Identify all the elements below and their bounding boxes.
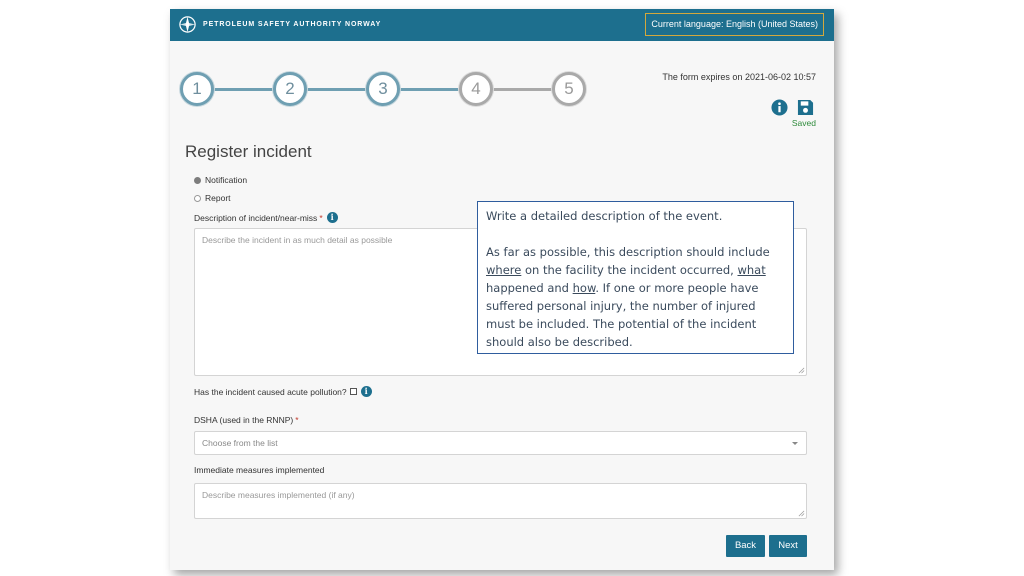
- pollution-label-text: Has the incident caused acute pollution?: [194, 386, 347, 397]
- screen: PETROLEUM SAFETY AUTHORITY NORWAY Curren…: [0, 0, 1024, 576]
- resize-grip-icon[interactable]: [798, 510, 805, 517]
- form-expiry: The form expires on 2021-06-02 10:57: [662, 72, 816, 82]
- page-title: Register incident: [185, 142, 312, 161]
- pollution-label: Has the incident caused acute pollution?…: [194, 386, 372, 397]
- description-label-text: Description of incident/near-miss: [194, 212, 318, 223]
- compass-logo-icon: [179, 16, 196, 33]
- dsha-label: DSHA (used in the RNNP) *: [194, 415, 299, 425]
- step-4[interactable]: 4: [459, 72, 493, 106]
- required-mark: *: [319, 212, 323, 223]
- chevron-down-icon: [792, 442, 798, 445]
- tooltip-what: what: [737, 263, 766, 277]
- pollution-checkbox[interactable]: [349, 388, 357, 395]
- language-button[interactable]: Current language: English (United States…: [645, 13, 824, 36]
- description-placeholder: Describe the incident in as much detail …: [202, 235, 393, 245]
- floppy-disk-icon[interactable]: [797, 99, 814, 116]
- dsha-placeholder: Choose from the list: [202, 438, 278, 448]
- dsha-select[interactable]: Choose from the list: [194, 431, 807, 455]
- radio-label: Report: [205, 193, 231, 203]
- next-button[interactable]: Next: [769, 535, 807, 557]
- resize-grip-icon[interactable]: [798, 367, 805, 374]
- radio-button-checked[interactable]: [194, 176, 201, 184]
- radio-label: Notification: [205, 175, 248, 185]
- back-button[interactable]: Back: [726, 535, 765, 557]
- info-icon[interactable]: i: [326, 212, 338, 223]
- required-mark: *: [295, 415, 299, 425]
- tooltip-line-1: Write a detailed description of the even…: [486, 209, 723, 223]
- brand-name: PETROLEUM SAFETY AUTHORITY NORWAY: [203, 21, 382, 28]
- radio-report[interactable]: Report: [194, 193, 231, 203]
- progress-stepper: 1 2 3 4 5: [180, 72, 590, 106]
- measures-label-text: Immediate measures implemented: [194, 465, 325, 475]
- measures-placeholder: Describe measures implemented (if any): [202, 490, 355, 500]
- tooltip-paragraph: As far as possible, this description sho…: [486, 245, 770, 349]
- dsha-label-text: DSHA (used in the RNNP): [194, 415, 294, 425]
- saved-status: Saved: [791, 118, 816, 128]
- step-3[interactable]: 3: [366, 72, 400, 106]
- tooltip-how: how: [572, 281, 596, 295]
- radio-button[interactable]: [194, 194, 201, 202]
- step-2[interactable]: 2: [273, 72, 307, 106]
- top-bar: PETROLEUM SAFETY AUTHORITY NORWAY Curren…: [170, 9, 834, 41]
- measures-label: Immediate measures implemented: [194, 465, 324, 475]
- tooltip-where: where: [486, 263, 522, 277]
- description-label: Description of incident/near-miss * i: [194, 212, 338, 223]
- info-icon[interactable]: [771, 99, 788, 116]
- info-icon[interactable]: i: [360, 386, 372, 397]
- step-1[interactable]: 1: [180, 72, 214, 106]
- measures-textarea[interactable]: Describe measures implemented (if any): [194, 483, 807, 519]
- step-5[interactable]: 5: [552, 72, 586, 106]
- radio-notification[interactable]: Notification: [194, 175, 247, 185]
- help-tooltip: Write a detailed description of the even…: [477, 201, 794, 354]
